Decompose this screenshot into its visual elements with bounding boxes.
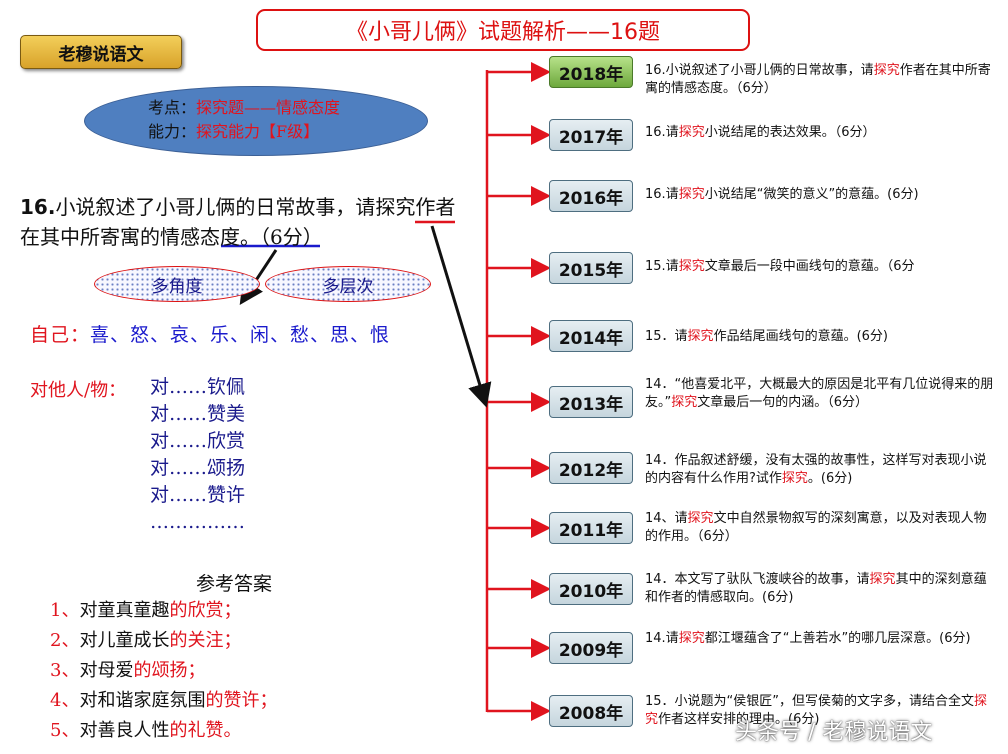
others-item: 对……钦佩 <box>150 376 246 398</box>
angle-multi-level: 多层次 <box>265 266 431 302</box>
year-question-text: 16.小说叙述了小哥儿俩的日常故事，请探究作者在其中所寄寓的情感态度。（6分） <box>645 63 991 96</box>
answer-item: 4、对和谐家庭氛围的赞许； <box>50 690 278 711</box>
self-emotions: 自己：喜、怒、哀、乐、闲、愁、思、恨 <box>30 320 390 347</box>
year-button-2008[interactable]: 2008年 <box>549 695 633 727</box>
self-label: 自己： <box>30 324 91 346</box>
year-question-text: 15.请探究文章最后一段中画线句的意蕴。（6分 <box>645 259 915 274</box>
year-question-text: 15．请探究作品结尾画线句的意蕴。(6分) <box>645 329 888 344</box>
others-list: 对……钦佩 对……赞美 对……欣赏 对……颂扬 对……赞许 …………… <box>150 374 245 536</box>
year-question-text: 16.请探究小说结尾的表达效果。（6分） <box>645 125 876 140</box>
others-item: …………… <box>150 511 245 533</box>
year-button-2011[interactable]: 2011年 <box>549 512 633 544</box>
page-title: 《小哥儿俩》试题解析——16题 <box>256 9 750 51</box>
question-number: 16. <box>20 195 56 219</box>
year-button-2018[interactable]: 2018年 <box>549 56 633 88</box>
year-question-text: 16.请探究小说结尾“微笑的意义”的意蕴。(6分) <box>645 187 919 202</box>
year-button-2017[interactable]: 2017年 <box>549 119 633 151</box>
others-item: 对……赞美 <box>150 403 246 425</box>
year-question-text: 14．本文写了驮队飞渡峡谷的故事，请探究其中的深刻意蕴和作者的情感取向。(6分) <box>645 572 987 605</box>
answer-item: 3、对母爱的颂扬； <box>50 660 206 681</box>
year-question-text: 14．作品叙述舒缓，没有太强的故事性，这样写对表现小说的内容有什么作用?试作探究… <box>645 453 987 486</box>
year-question-text: 14.请探究都江堰蕴含了“上善若水”的哪几层深意。(6分) <box>645 631 971 646</box>
answer-item: 5、对善良人性的礼赞。 <box>50 720 242 741</box>
answer-item: 2、对儿童成长的关注； <box>50 630 242 651</box>
others-item: 对……欣赏 <box>150 430 246 452</box>
kaodian-value: 探究题——情感态度 <box>196 98 341 117</box>
kaodian-text: 考点：探究题——情感态度 能力：探究能力【F级】 <box>148 96 340 144</box>
angle-multi-perspective: 多角度 <box>94 266 260 302</box>
year-button-2009[interactable]: 2009年 <box>549 632 633 664</box>
year-button-2013[interactable]: 2013年 <box>549 386 633 418</box>
year-question-text: 14．“他喜爱北平，大概最大的原因是北平有几位说得来的朋友。”探究文章最后一句的… <box>645 377 994 410</box>
year-button-2010[interactable]: 2010年 <box>549 573 633 605</box>
year-button-2012[interactable]: 2012年 <box>549 452 633 484</box>
kaodian-label: 考点： <box>148 98 197 117</box>
year-button-2015[interactable]: 2015年 <box>549 252 633 284</box>
self-items: 喜、怒、哀、乐、闲、愁、思、恨 <box>90 324 391 346</box>
question-keyword: 情感态度 <box>160 225 240 249</box>
answer-title: 参考答案 <box>196 573 273 595</box>
answer-item: 1、对童真童趣的欣赏； <box>50 600 242 621</box>
watermark: 头条号 / 老穆说语文 <box>735 720 933 745</box>
answer-list: 1、对童真童趣的欣赏； 2、对儿童成长的关注； 3、对母爱的颂扬； 4、对和谐家… <box>50 596 277 746</box>
year-button-2014[interactable]: 2014年 <box>549 320 633 352</box>
nengli-label: 能力： <box>148 122 197 141</box>
year-question-text: 14、请探究文中自然景物叙写的深刻寓意，以及对表现人物的作用。（6分） <box>645 511 987 544</box>
others-item: 对……赞许 <box>150 484 246 506</box>
question-part3: 。（6分） <box>240 225 323 249</box>
year-button-2016[interactable]: 2016年 <box>549 180 633 212</box>
question-text: 16.小说叙述了小哥儿俩的日常故事，请探究作者在其中所寄寓的情感态度。（6分） <box>20 192 470 252</box>
brand-badge: 老穆说语文 <box>20 35 182 69</box>
others-item: 对……颂扬 <box>150 457 246 479</box>
others-label: 对他人/物： <box>30 380 127 401</box>
nengli-value: 探究能力【F级】 <box>196 122 320 141</box>
